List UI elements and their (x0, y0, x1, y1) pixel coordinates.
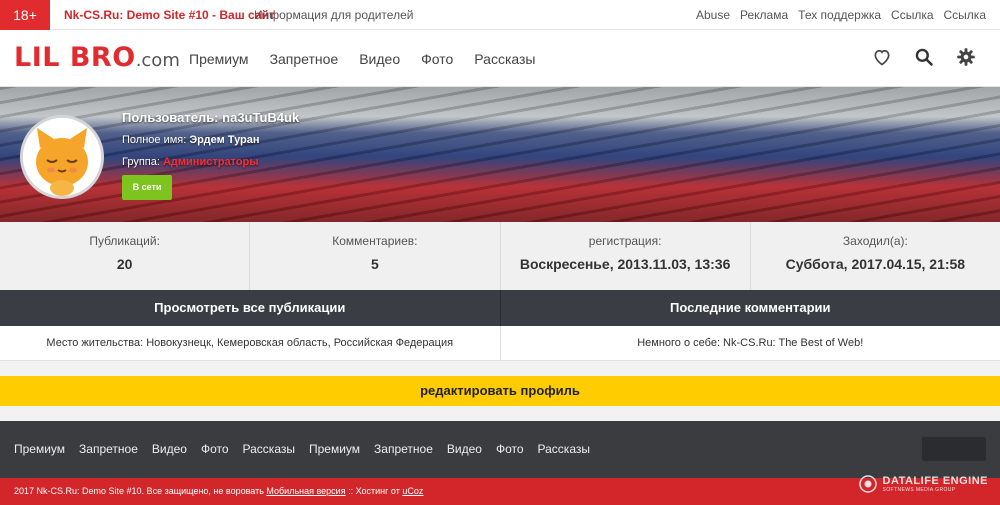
top-link-support[interactable]: Тех поддержка (798, 0, 881, 30)
profile-stats: Публикаций: 20 Комментариев: 5 регистрац… (0, 222, 1000, 290)
last-comments-button[interactable]: Последние комментарии (500, 290, 1000, 326)
profile-actions: Просмотреть все публикации Последние ком… (0, 290, 1000, 326)
footer-nav: Премиум Запретное Видео Фото Рассказы Пр… (14, 421, 590, 478)
logo-domain: .com (135, 50, 180, 71)
top-link-2[interactable]: Ссылка (944, 0, 986, 30)
copyright-text: 2017 Nk-CS.Ru: Demo Site #10. Все защище… (14, 486, 264, 496)
separator-text: :: (348, 486, 354, 496)
online-status-badge: В сети (122, 175, 172, 200)
edit-profile-button[interactable]: редактировать профиль (0, 376, 1000, 406)
hosting-text: Хостинг от (355, 486, 400, 496)
datalife-engine-icon (858, 475, 877, 493)
stat-value: Воскресенье, 2013.11.03, 13:36 (519, 256, 731, 272)
stat-publications: Публикаций: 20 (0, 222, 251, 290)
footer-nav-item[interactable]: Фото (201, 421, 229, 478)
username-value: na3uTuB4uk (222, 110, 300, 125)
profile-banner: Пользователь: na3uTuB4uk Полное имя: Эрд… (0, 87, 1000, 222)
username-label: Пользователь: (122, 110, 219, 125)
site-header: LIL BRO.com Премиум Запретное Видео Фото… (0, 30, 1000, 87)
stat-label: регистрация: (588, 234, 662, 248)
site-logo[interactable]: LIL BRO.com (14, 42, 180, 73)
nav-item-stories[interactable]: Рассказы (474, 51, 535, 67)
site-name-link[interactable]: Nk-CS.Ru: Demo Site #10 - Ваш сайт (64, 0, 275, 30)
top-bar: 18+ Nk-CS.Ru: Demo Site #10 - Ваш сайт И… (0, 0, 1000, 30)
gear-icon[interactable] (956, 47, 976, 67)
search-icon[interactable] (914, 47, 934, 67)
footer-nav-item[interactable]: Премиум (309, 421, 360, 478)
footer-nav-item[interactable]: Рассказы (243, 421, 295, 478)
mobile-version-link[interactable]: Мобильная версия (266, 486, 345, 496)
stat-label: Публикаций: (89, 234, 160, 248)
stat-value: 5 (370, 256, 379, 272)
footer-nav-item[interactable]: Рассказы (538, 421, 590, 478)
engine-sub: SOFTNEWS MEDIA GROUP (882, 487, 956, 493)
top-link-ads[interactable]: Реклама (740, 0, 788, 30)
footer-nav-item[interactable]: Премиум (14, 421, 65, 478)
footer-nav-item[interactable]: Видео (152, 421, 187, 478)
about-text: Немного о себе: Nk-CS.Ru: The Best of We… (637, 337, 864, 349)
site-footer: Премиум Запретное Видео Фото Рассказы Пр… (0, 421, 1000, 478)
heart-icon[interactable] (872, 47, 892, 67)
profile-info: Пользователь: na3uTuB4uk Полное имя: Эрд… (122, 109, 299, 175)
fullname-value: Эрдем Туран (189, 134, 260, 146)
stat-last-visit: Заходил(а): Суббота, 2017.04.15, 21:58 (751, 222, 1000, 290)
footer-bottom-bar: 2017 Nk-CS.Ru: Demo Site #10. Все защище… (0, 478, 1000, 505)
profile-username: Пользователь: na3uTuB4uk (122, 109, 299, 131)
footer-counter-box (922, 437, 986, 461)
datalife-engine-logo: DATALIFE ENGINE SOFTNEWS MEDIA GROUP (858, 472, 988, 496)
footer-nav-item[interactable]: Видео (447, 421, 482, 478)
parents-info-link[interactable]: Информация для родителей (254, 0, 413, 30)
footer-nav-item[interactable]: Фото (496, 421, 524, 478)
stat-value: Суббота, 2017.04.15, 21:58 (785, 256, 966, 272)
stat-comments: Комментариев: 5 (250, 222, 501, 290)
engine-name: DATALIFE ENGINE (882, 475, 988, 487)
group-label: Группа: (122, 156, 160, 168)
age-badge: 18+ (0, 0, 50, 30)
top-links: Abuse Реклама Тех поддержка Ссылка Ссылк… (696, 0, 986, 30)
main-nav: Премиум Запретное Видео Фото Рассказы (189, 30, 536, 87)
stat-label: Заходил(а): (842, 234, 908, 248)
nav-item-video[interactable]: Видео (359, 51, 400, 67)
header-icons (872, 47, 976, 67)
stat-registration: регистрация: Воскресенье, 2013.11.03, 13… (501, 222, 751, 290)
profile-group: Группа: Администраторы (122, 153, 299, 175)
residence-text: Место жительства: Новокузнецк, Кемеровск… (0, 326, 501, 360)
stat-value: 20 (116, 256, 133, 272)
datalife-engine-text: DATALIFE ENGINE SOFTNEWS MEDIA GROUP (883, 475, 988, 493)
group-value: Администраторы (162, 156, 259, 168)
stat-label: Комментариев: (332, 234, 418, 248)
footer-nav-item[interactable]: Запретное (374, 421, 433, 478)
top-link-1[interactable]: Ссылка (891, 0, 933, 30)
footer-nav-item[interactable]: Запретное (79, 421, 138, 478)
fullname-label: Полное имя: (122, 134, 187, 146)
nav-item-premium[interactable]: Премиум (189, 51, 249, 67)
ucoz-link[interactable]: uCoz (402, 486, 423, 496)
avatar (20, 115, 104, 199)
profile-fullname: Полное имя: Эрдем Туран (122, 131, 299, 153)
top-link-abuse[interactable]: Abuse (696, 0, 730, 30)
profile-details: Место жительства: Новокузнецк, Кемеровск… (0, 326, 1000, 361)
nav-item-forbidden[interactable]: Запретное (270, 51, 339, 67)
view-publications-button[interactable]: Просмотреть все публикации (0, 290, 501, 326)
nav-item-photo[interactable]: Фото (421, 51, 453, 67)
logo-text: LIL BRO (14, 42, 136, 73)
